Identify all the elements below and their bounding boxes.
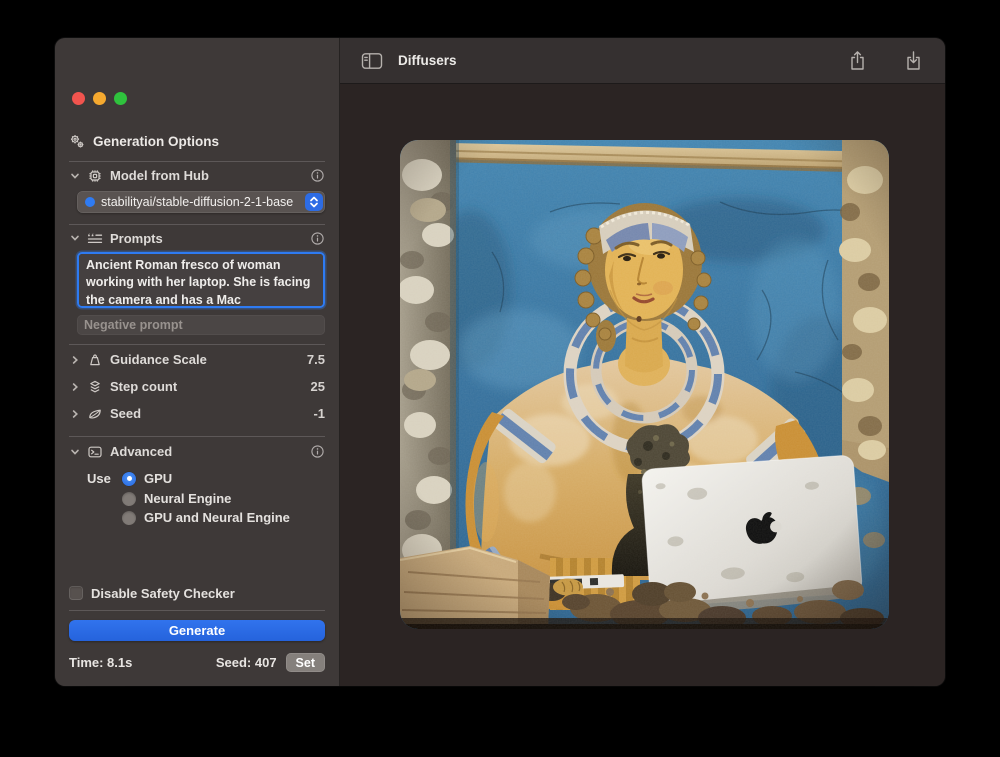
titlebar: Diffusers bbox=[340, 38, 945, 84]
set-seed-button[interactable]: Set bbox=[286, 653, 325, 672]
guidance-scale-value: 7.5 bbox=[307, 352, 325, 367]
prompts-section-row[interactable]: Prompts bbox=[69, 225, 325, 251]
main-area: Diffusers bbox=[340, 38, 945, 686]
prompt-input[interactable]: Ancient Roman fresco of woman working wi… bbox=[77, 252, 325, 308]
fresco-illustration bbox=[400, 140, 889, 629]
gears-icon bbox=[69, 133, 85, 149]
generation-options-header: Generation Options bbox=[69, 130, 325, 152]
advanced-section-label: Advanced bbox=[110, 444, 172, 459]
chip-icon bbox=[87, 168, 103, 184]
chevron-right-icon bbox=[69, 355, 80, 365]
generated-image bbox=[400, 140, 889, 629]
generate-button[interactable]: Generate bbox=[69, 620, 325, 641]
radio-gpu-label: GPU bbox=[144, 471, 172, 486]
divider bbox=[69, 610, 325, 611]
time-status: Time: 8.1s bbox=[69, 655, 132, 670]
radio-row-gpu-and-neural-engine[interactable]: GPU and Neural Engine bbox=[87, 508, 325, 527]
advanced-section-row[interactable]: Advanced bbox=[69, 438, 325, 465]
share-button[interactable] bbox=[845, 49, 869, 73]
app-title: Diffusers bbox=[398, 53, 457, 68]
radio-gpu[interactable] bbox=[122, 472, 136, 486]
radio-neural-engine-label: Neural Engine bbox=[144, 491, 231, 506]
chevron-right-icon bbox=[69, 382, 80, 392]
model-status-dot bbox=[85, 197, 95, 207]
generation-options-title: Generation Options bbox=[93, 134, 219, 149]
close-button[interactable] bbox=[72, 92, 85, 105]
leaf-icon bbox=[87, 406, 103, 422]
zoom-button[interactable] bbox=[114, 92, 127, 105]
popup-stepper-icon bbox=[305, 193, 323, 211]
use-label: Use bbox=[87, 471, 114, 486]
radio-row-gpu[interactable]: Use GPU bbox=[87, 468, 325, 489]
radio-gpu-and-neural-engine[interactable] bbox=[122, 511, 136, 525]
sidebar-bottom: Disable Safety Checker Generate Time: 8.… bbox=[69, 583, 325, 672]
compute-units-group: Use GPU Neural Engine GPU and Neural Eng… bbox=[69, 468, 325, 527]
sidebar-toggle-button[interactable] bbox=[360, 49, 384, 73]
model-section-row[interactable]: Model from Hub bbox=[69, 162, 325, 189]
guidance-scale-label: Guidance Scale bbox=[110, 352, 207, 367]
info-icon[interactable] bbox=[310, 168, 325, 183]
negative-prompt-input[interactable] bbox=[77, 315, 325, 335]
status-bar: Time: 8.1s Seed: 407 Set bbox=[69, 653, 325, 672]
step-count-label: Step count bbox=[110, 379, 177, 394]
seed-row[interactable]: Seed -1 bbox=[69, 400, 325, 427]
chevron-right-icon bbox=[69, 409, 80, 419]
model-select-value: stabilityai/stable-diffusion-2-1-base bbox=[101, 195, 299, 209]
seed-value: -1 bbox=[313, 406, 325, 421]
share-icon bbox=[849, 50, 866, 71]
app-window: Generation Options Model from Hub bbox=[55, 38, 945, 686]
chevron-down-icon bbox=[69, 447, 80, 457]
text-quote-icon bbox=[87, 230, 103, 246]
divider bbox=[69, 436, 325, 437]
terminal-icon bbox=[87, 444, 103, 460]
scale-weight-icon bbox=[87, 352, 103, 368]
prompts-section-label: Prompts bbox=[110, 231, 163, 246]
safety-checker-row[interactable]: Disable Safety Checker bbox=[69, 583, 325, 603]
model-select[interactable]: stabilityai/stable-diffusion-2-1-base bbox=[77, 191, 325, 213]
safety-checkbox-label: Disable Safety Checker bbox=[91, 586, 235, 601]
info-icon[interactable] bbox=[310, 444, 325, 459]
download-icon bbox=[905, 50, 922, 71]
chevron-down-icon bbox=[69, 171, 80, 181]
minimize-button[interactable] bbox=[93, 92, 106, 105]
step-count-row[interactable]: Step count 25 bbox=[69, 373, 325, 400]
guidance-scale-row[interactable]: Guidance Scale 7.5 bbox=[69, 346, 325, 373]
divider bbox=[69, 344, 325, 345]
step-count-value: 25 bbox=[311, 379, 325, 394]
seed-label: Seed bbox=[110, 406, 141, 421]
traffic-lights bbox=[72, 92, 127, 105]
canvas-area bbox=[340, 84, 945, 686]
sidebar: Generation Options Model from Hub bbox=[55, 38, 340, 686]
info-icon[interactable] bbox=[310, 231, 325, 246]
radio-neural-engine[interactable] bbox=[122, 492, 136, 506]
model-section-label: Model from Hub bbox=[110, 168, 209, 183]
stack-3d-icon bbox=[87, 379, 103, 395]
seed-status: Seed: 407 bbox=[216, 655, 277, 670]
chevron-down-icon bbox=[69, 233, 80, 243]
sidebar-toggle-icon bbox=[361, 52, 383, 70]
save-button[interactable] bbox=[901, 49, 925, 73]
safety-checkbox[interactable] bbox=[69, 586, 83, 600]
radio-row-neural-engine[interactable]: Neural Engine bbox=[87, 489, 325, 508]
radio-gpu-and-neural-engine-label: GPU and Neural Engine bbox=[144, 510, 290, 525]
